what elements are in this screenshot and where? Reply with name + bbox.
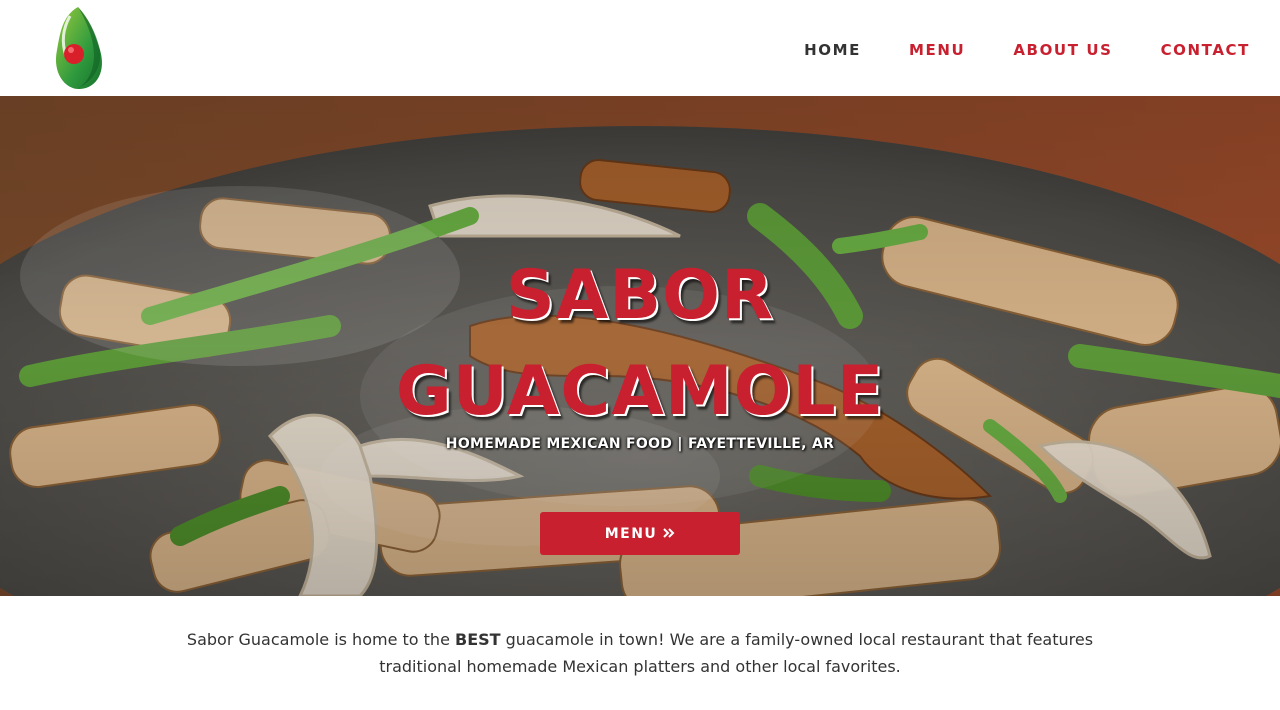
main-nav: HOME MENU ABOUT US CONTACT bbox=[804, 40, 1250, 62]
nav-menu-link[interactable]: MENU bbox=[909, 40, 965, 62]
hero-menu-button[interactable]: MENU bbox=[540, 512, 740, 555]
avocado-logo-icon[interactable] bbox=[48, 4, 108, 92]
intro-paragraph: Sabor Guacamole is home to the BEST guac… bbox=[170, 626, 1110, 680]
nav-contact-link[interactable]: CONTACT bbox=[1161, 40, 1250, 62]
intro-emphasis: BEST bbox=[455, 630, 501, 649]
hero-title-line1: SABOR bbox=[505, 256, 775, 335]
hero-title-line2: GUACAMOLE bbox=[395, 352, 885, 431]
hero-section: SABOR GUACAMOLE HOMEMADE MEXICAN FOOD | … bbox=[0, 96, 1280, 596]
hero-title: SABOR GUACAMOLE bbox=[0, 248, 1280, 440]
intro-text-before: Sabor Guacamole is home to the bbox=[186, 630, 455, 649]
nav-about-us-link[interactable]: ABOUT US bbox=[1013, 40, 1112, 62]
hero-subtitle: HOMEMADE MEXICAN FOOD | FAYETTEVILLE, AR bbox=[445, 436, 835, 452]
double-chevron-right-icon bbox=[663, 526, 675, 542]
hero-menu-button-label: MENU bbox=[604, 525, 658, 542]
site-header: HOME MENU ABOUT US CONTACT bbox=[0, 0, 1280, 96]
nav-home-link[interactable]: HOME bbox=[804, 40, 861, 62]
